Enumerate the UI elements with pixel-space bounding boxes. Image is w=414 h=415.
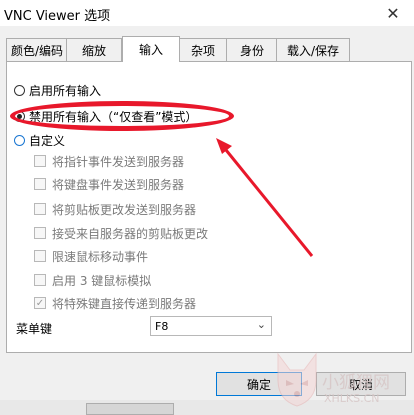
checkbox-box	[34, 227, 46, 239]
tab-label: 输入	[138, 43, 163, 57]
close-button[interactable]: ✕	[372, 0, 414, 26]
checkbox-box-checked: ✓	[34, 297, 46, 309]
checkbox-box	[34, 274, 46, 286]
radio-label: 自定义	[29, 133, 66, 148]
close-icon: ✕	[386, 3, 400, 23]
fox-logo-icon	[277, 352, 317, 407]
checkbox-label: 接受来自服务器的剪贴板更改	[52, 226, 209, 241]
radio-indicator	[14, 134, 25, 146]
watermark-text: 小狐狸网	[322, 373, 390, 393]
checkbox-label: 将特殊键直接传递到服务器	[52, 296, 197, 311]
ok-button-label: 确定	[246, 377, 271, 392]
checkbox-accept-clipboard-changes[interactable]: 接受来自服务器的剪贴板更改	[34, 224, 208, 242]
checkbox-label: 将键盘事件发送到服务器	[52, 177, 185, 192]
checkbox-send-clipboard-changes[interactable]: 将剪贴板更改发送到服务器	[34, 200, 196, 218]
tab-label: 杂项	[190, 43, 215, 58]
checkbox-pass-special-keys[interactable]: ✓ 将特殊键直接传递到服务器	[34, 294, 196, 312]
radio-enable-all-input[interactable]: 启用所有输入	[14, 81, 101, 99]
background-window-tab	[86, 403, 174, 415]
tab-label: 颜色/编码	[10, 43, 64, 58]
chevron-down-icon: ⌄	[256, 318, 266, 331]
checkbox-send-keyboard-events[interactable]: 将键盘事件发送到服务器	[34, 175, 184, 193]
checkbox-label: 将指针事件发送到服务器	[52, 154, 185, 169]
checkbox-box	[34, 250, 46, 262]
checkbox-label: 限速鼠标移动事件	[52, 249, 149, 264]
tab-bar: 颜色/编码 缩放 输入 杂项 身份 载入/保存	[0, 36, 414, 62]
radio-indicator-selected	[14, 110, 25, 122]
tab-input[interactable]: 输入	[122, 36, 180, 62]
checkmark-icon: ✓	[35, 297, 45, 309]
window-title: VNC Viewer 选项	[4, 9, 111, 24]
radio-custom[interactable]: 自定义	[14, 131, 65, 149]
checkbox-label: 将剪贴板更改发送到服务器	[52, 202, 197, 217]
tab-scaling[interactable]: 缩放	[66, 38, 122, 61]
tab-label: 载入/保存	[286, 43, 340, 58]
radio-indicator	[14, 84, 25, 96]
tab-misc[interactable]: 杂项	[178, 38, 228, 61]
title-bar: VNC Viewer 选项 ✕	[0, 0, 414, 26]
checkbox-box	[34, 178, 46, 190]
radio-label: 启用所有输入	[29, 83, 102, 98]
checkbox-rate-limit-mouse[interactable]: 限速鼠标移动事件	[34, 247, 148, 265]
menu-key-select[interactable]: F8 ⌄	[150, 316, 272, 336]
checkbox-label: 启用 3 键鼠标模拟	[52, 273, 152, 288]
radio-disable-all-input[interactable]: 禁用所有输入（“仅查看”模式）	[14, 107, 197, 125]
radio-label: 禁用所有输入（“仅查看”模式）	[29, 109, 198, 124]
tab-color-encoding[interactable]: 颜色/编码	[6, 38, 68, 61]
menu-key-value: F8	[155, 319, 169, 333]
checkbox-box	[34, 155, 46, 167]
menu-key-label: 菜单键	[16, 322, 53, 336]
checkbox-3-button-emulation[interactable]: 启用 3 键鼠标模拟	[34, 271, 151, 289]
tab-identity[interactable]: 身份	[226, 38, 278, 61]
tab-label: 缩放	[81, 43, 106, 58]
watermark-domain: XHLKS.CN	[324, 392, 380, 405]
tab-load-save[interactable]: 载入/保存	[276, 38, 350, 61]
checkbox-box	[34, 203, 46, 215]
tab-label: 身份	[239, 43, 264, 58]
checkbox-send-pointer-events[interactable]: 将指针事件发送到服务器	[34, 152, 184, 170]
